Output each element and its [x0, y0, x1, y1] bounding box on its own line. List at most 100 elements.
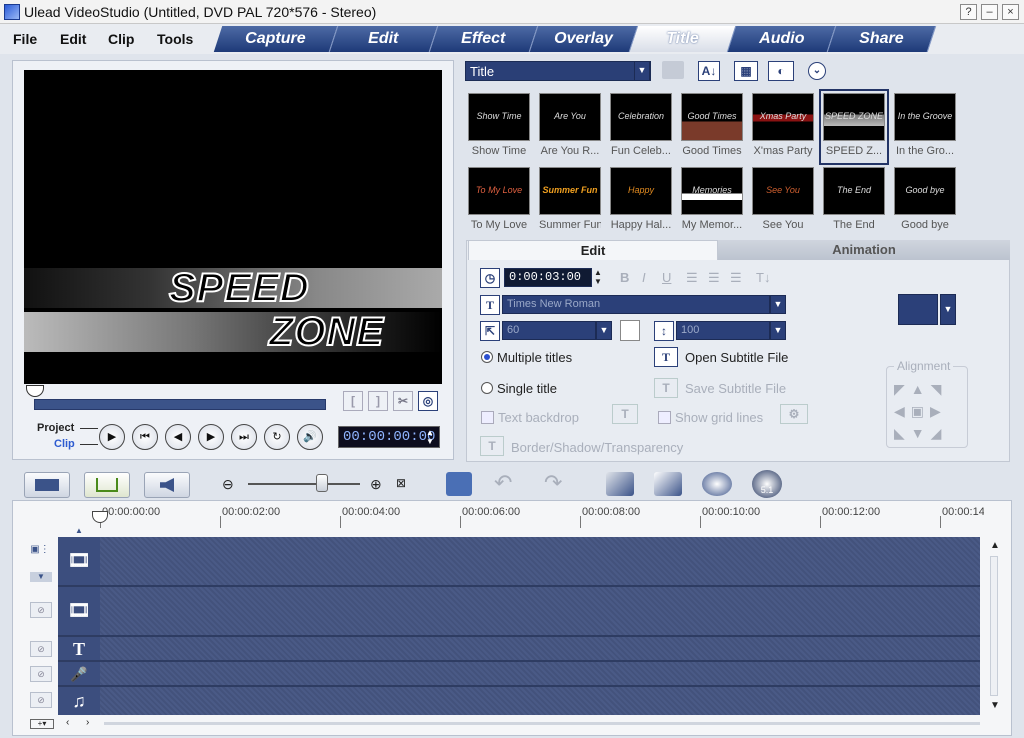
- line-spacing-dropdown-icon[interactable]: ▼: [770, 321, 786, 340]
- alignment-grid-icon[interactable]: ◤▲◥ ◀▣▶ ◣▼◢: [894, 378, 964, 444]
- thumbnail-summer-fun[interactable]: Summer Fun Summer Fun: [539, 167, 601, 235]
- open-subtitle-icon[interactable]: T: [654, 347, 678, 367]
- mark-out-button[interactable]: ]: [368, 391, 388, 411]
- thumbnail-xmas-party[interactable]: Xmas Party X'mas Party: [752, 93, 814, 161]
- font-dropdown-icon[interactable]: ▼: [770, 295, 786, 314]
- split-clip-icon[interactable]: ✂: [393, 391, 413, 411]
- rotation-select[interactable]: [898, 294, 938, 325]
- help-button[interactable]: ?: [960, 4, 977, 20]
- chevron-down-icon[interactable]: ▼: [634, 61, 650, 81]
- track-collapse-icon[interactable]: ▲: [75, 526, 83, 535]
- scroll-right-icon[interactable]: ›: [86, 717, 89, 728]
- batch-convert-icon[interactable]: [702, 472, 732, 496]
- thumbnail-good-bye[interactable]: Good bye Good bye: [894, 167, 956, 235]
- save-subtitle-icon[interactable]: T: [654, 378, 678, 398]
- tab-edit[interactable]: Edit: [329, 26, 439, 52]
- vertical-scrollbar[interactable]: [990, 556, 998, 696]
- previous-frame-button[interactable]: ◀: [165, 424, 191, 450]
- surround-sound-icon[interactable]: 5.1: [752, 470, 782, 498]
- preview-title-line1[interactable]: SPEED: [168, 265, 310, 311]
- smart-proxy-icon[interactable]: [606, 472, 634, 496]
- mark-in-button[interactable]: [: [343, 391, 363, 411]
- line-spacing-select[interactable]: 100: [676, 321, 770, 340]
- align-left-icon[interactable]: ☰: [686, 270, 698, 286]
- storyboard-view-button[interactable]: [24, 472, 70, 498]
- zoom-in-icon[interactable]: ⊕: [370, 476, 382, 493]
- align-center-icon[interactable]: ☰: [708, 270, 720, 286]
- library-category-select[interactable]: Title: [465, 61, 651, 81]
- title-track-icon[interactable]: T: [58, 637, 100, 661]
- thumbnail-are-you-ready[interactable]: Are You Ready?Are You R...: [539, 93, 601, 161]
- sort-icon[interactable]: A↓: [698, 61, 720, 81]
- bold-button[interactable]: B: [620, 270, 629, 285]
- tab-options-edit[interactable]: Edit: [468, 240, 718, 260]
- play-button[interactable]: ▶: [99, 424, 125, 450]
- thumbnail-see-you[interactable]: See You See You: [752, 167, 814, 235]
- thumbnail-my-memories[interactable]: Memories My Memor...: [681, 167, 743, 235]
- repeat-button[interactable]: ↻: [264, 424, 290, 450]
- preview-title-line2[interactable]: ZONE: [268, 309, 384, 355]
- folder-icon[interactable]: [662, 61, 684, 79]
- italic-button[interactable]: I: [642, 270, 646, 285]
- horizontal-scrollbar[interactable]: [104, 722, 980, 725]
- timecode-display[interactable]: 00:00:00:00: [338, 426, 440, 448]
- fit-project-icon[interactable]: ⊠: [396, 476, 406, 490]
- tab-effect[interactable]: Effect: [429, 26, 539, 52]
- thumbnail-good-times[interactable]: Good Times Good Times: [681, 93, 743, 161]
- tab-options-animation[interactable]: Animation: [718, 240, 1010, 260]
- insert-media-icon[interactable]: [446, 472, 472, 496]
- font-size-dropdown-icon[interactable]: ▼: [596, 321, 612, 340]
- home-button[interactable]: ⏮: [132, 424, 158, 450]
- next-frame-button[interactable]: ▶: [198, 424, 224, 450]
- lock-icon[interactable]: ⊘: [30, 692, 52, 708]
- font-size-select[interactable]: 60: [502, 321, 596, 340]
- show-grid-checkbox[interactable]: [658, 411, 671, 424]
- zoom-slider-handle[interactable]: [316, 474, 328, 492]
- zoom-slider[interactable]: [248, 483, 360, 485]
- menu-tools[interactable]: Tools: [157, 31, 193, 47]
- thumbnail-speed-zone[interactable]: SPEED ZONE SPEED Z...: [819, 89, 889, 165]
- text-backdrop-checkbox[interactable]: [481, 411, 494, 424]
- music-track-icon[interactable]: ♫: [58, 687, 100, 715]
- thumbnail-in-the-groove[interactable]: In the Groove In the Gro...: [894, 93, 956, 161]
- menu-clip[interactable]: Clip: [108, 31, 134, 47]
- grid-settings-icon[interactable]: ⚙: [780, 404, 808, 424]
- border-shadow-icon[interactable]: T: [480, 436, 504, 456]
- scroll-up-icon[interactable]: ▲: [990, 540, 1000, 551]
- thumbnail-show-time[interactable]: Show Time Show Time: [468, 93, 530, 161]
- tab-overlay[interactable]: Overlay: [529, 26, 639, 52]
- redo-icon[interactable]: ↷: [544, 470, 562, 496]
- lock-icon[interactable]: ⊘: [30, 641, 52, 657]
- timeline-view-button[interactable]: [84, 472, 130, 498]
- menu-edit[interactable]: Edit: [60, 31, 86, 47]
- lock-icon[interactable]: ⊘: [30, 666, 52, 682]
- voice-track-icon[interactable]: 🎤: [58, 662, 100, 686]
- tab-share[interactable]: Share: [827, 26, 937, 52]
- zoom-out-icon[interactable]: ⊖: [222, 476, 234, 493]
- backdrop-settings-icon[interactable]: T: [612, 404, 638, 424]
- align-right-icon[interactable]: ☰: [730, 270, 742, 286]
- tab-audio[interactable]: Audio: [727, 26, 837, 52]
- volume-button[interactable]: 🔊: [297, 424, 323, 450]
- open-subtitle-label[interactable]: Open Subtitle File: [685, 350, 788, 365]
- scrubber-bar[interactable]: [34, 399, 326, 410]
- vertical-text-icon[interactable]: T↓: [756, 270, 770, 285]
- library-manager-icon[interactable]: ◐: [768, 61, 794, 81]
- font-color-swatch[interactable]: [620, 320, 640, 341]
- rotation-dropdown-icon[interactable]: ▼: [940, 294, 956, 325]
- thumbnail-happy-halloween[interactable]: Happy HalloweenHappy Hal...: [610, 167, 672, 235]
- tab-title[interactable]: Title: [629, 26, 737, 52]
- minimize-button[interactable]: –: [981, 4, 998, 20]
- lock-icon[interactable]: ⊘: [30, 602, 52, 618]
- menu-file[interactable]: File: [13, 31, 37, 47]
- project-mode-label[interactable]: Project: [37, 422, 74, 434]
- library-options-icon[interactable]: ▦: [734, 61, 758, 81]
- tab-capture[interactable]: Capture: [213, 26, 339, 52]
- audio-view-button[interactable]: [144, 472, 190, 498]
- border-shadow-label[interactable]: Border/Shadow/Transparency: [511, 440, 683, 455]
- expand-icon[interactable]: ⌄: [808, 62, 826, 80]
- multiple-titles-radio[interactable]: [481, 351, 493, 363]
- timeline-tracks[interactable]: [100, 537, 980, 715]
- thumbnail-to-my-love[interactable]: To My Love To My Love: [468, 167, 530, 235]
- expand-tracks-icon[interactable]: ▼: [30, 572, 52, 582]
